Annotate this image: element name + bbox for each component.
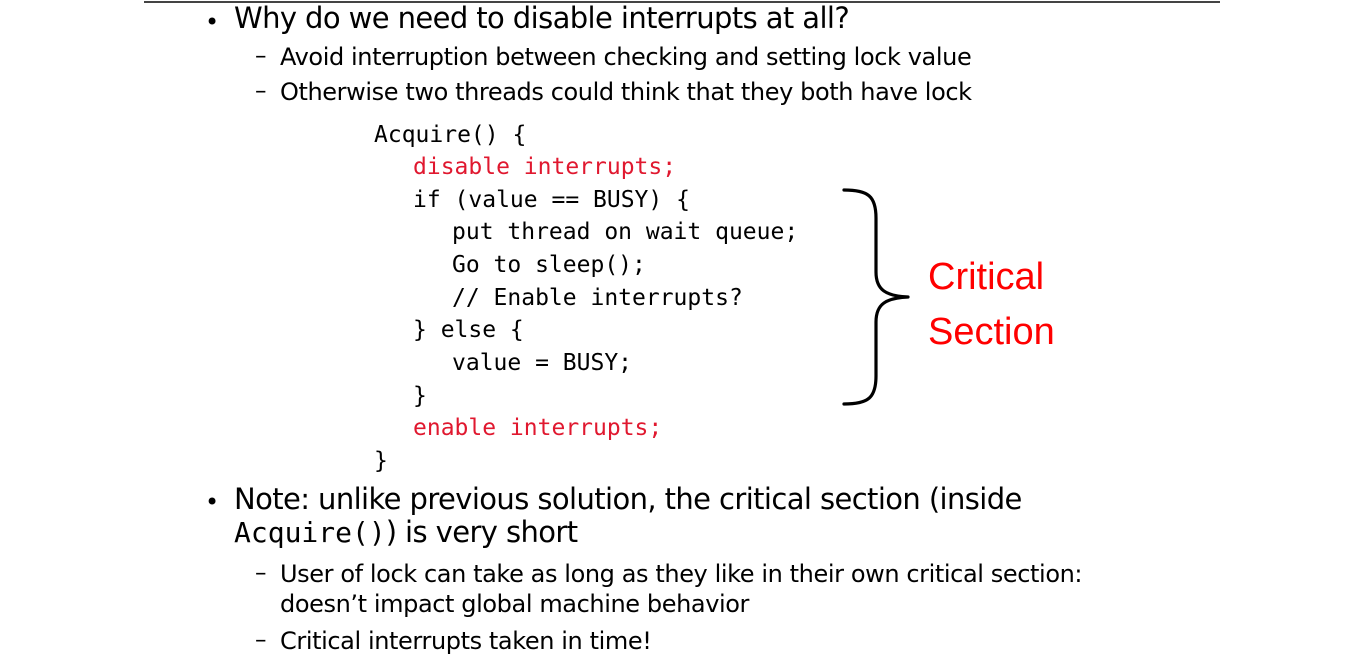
dash-marker: – [255,627,267,653]
code-line-highlight: enable interrupts; [413,415,663,441]
dash-marker: – [255,560,267,586]
code-line: } else { [413,317,524,343]
sub-bullet-text: Critical interrupts taken in time! [280,627,652,655]
code-line: Go to sleep(); [452,252,646,278]
sub-bullet-text-continued: doesn’t impact global machine behavior [280,590,750,618]
annotation-line: Critical [928,256,1045,298]
sub-bullet-text: User of lock can take as long as they li… [280,560,1083,588]
code-line: // Enable interrupts? [452,285,743,311]
bullet-text: Note: unlike previous solution, the crit… [234,482,1022,516]
code-line: } [413,383,427,409]
bullet-marker: • [205,8,220,36]
curly-brace-icon [842,188,910,406]
bullet-text: Why do we need to disable interrupts at … [234,1,850,35]
bullet-text-rest: ) is very short [385,515,578,549]
bullet-marker: • [205,488,220,516]
code-line-highlight: disable interrupts; [413,154,677,180]
code-line: if (value == BUSY) { [413,187,690,213]
code-line: Acquire() { [374,122,527,148]
inline-code: Acquire() [234,516,386,549]
critical-section-label: Critical Section [928,250,1128,360]
code-line: value = BUSY; [452,350,633,376]
code-line: put thread on wait queue; [452,219,799,245]
bullet-text-continued: Acquire()) is very short [234,515,578,550]
dash-marker: – [255,78,267,104]
sub-bullet-text: Otherwise two threads could think that t… [280,78,972,106]
code-line: } [374,448,388,474]
dash-marker: – [255,43,267,69]
sub-bullet-text: Avoid interruption between checking and … [280,43,972,71]
annotation-line: Section [928,311,1055,353]
